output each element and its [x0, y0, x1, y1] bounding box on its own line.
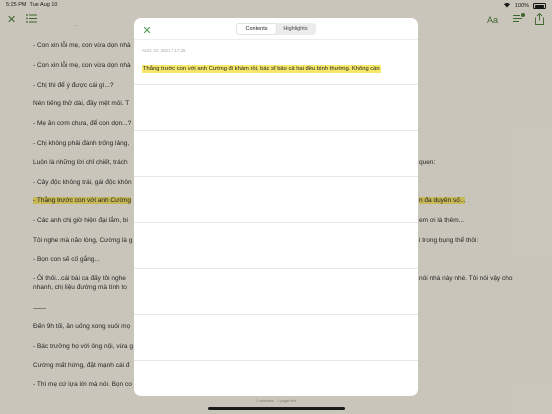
contents-modal: ✕ Contents Highlights AUG 10, 2021 / 17:… [134, 18, 418, 396]
highlight-date: AUG 10, 2021 / 17:25 [142, 48, 186, 53]
divider [134, 84, 418, 85]
pages-left: 1 page left [277, 398, 296, 403]
close-icon[interactable]: ✕ [140, 24, 154, 38]
reading-progress: 2 minutes 1 page left [0, 398, 552, 403]
divider [134, 176, 418, 177]
highlight-entry[interactable]: Thằng trước con với anh Cường đi khám rồ… [142, 65, 381, 73]
time-left: 2 minutes [256, 398, 274, 403]
divider [134, 268, 418, 269]
divider [134, 130, 418, 131]
divider [134, 222, 418, 223]
tab-highlights[interactable]: Highlights [276, 24, 315, 34]
divider [134, 39, 418, 40]
divider [134, 314, 418, 315]
tab-contents[interactable]: Contents [237, 24, 276, 34]
divider [134, 360, 418, 361]
contents-highlights-switch: Contents Highlights [236, 23, 316, 35]
home-indicator[interactable] [208, 407, 345, 410]
